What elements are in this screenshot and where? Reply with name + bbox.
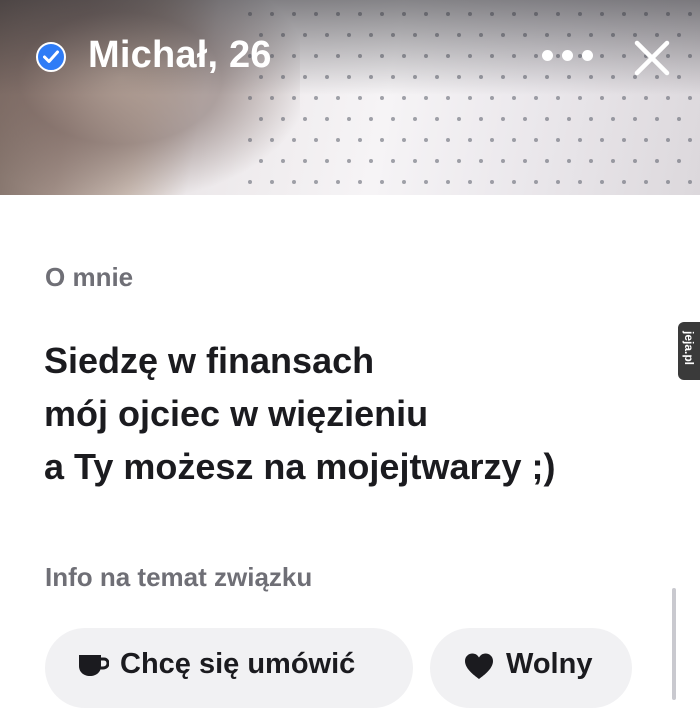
verified-check-icon [36, 42, 66, 72]
watermark: jeja.pl [678, 322, 700, 380]
relationship-title: Info na temat związku [45, 562, 313, 592]
profile-header: Michał, 26 [0, 0, 700, 115]
chip-label: Chcę się umówić [120, 648, 356, 680]
about-title: O mnie [45, 262, 134, 292]
bio-line: a Ty możesz na mojejtwarzy ;) [44, 446, 556, 487]
relationship-chip-status: Wolny [430, 628, 632, 708]
bio-line: mój ojciec w więzieniu [44, 393, 429, 434]
watermark-text: jeja.pl [682, 330, 696, 365]
heart-icon [465, 653, 493, 679]
more-dots-icon[interactable] [540, 44, 596, 68]
relationship-chip-date: Chcę się umówić [45, 628, 413, 708]
scrollbar[interactable] [672, 588, 676, 700]
bio-line: Siedzę w finansach [44, 340, 375, 381]
coffee-cup-icon [79, 655, 109, 676]
profile-name-age: Michał, 26 [88, 34, 272, 76]
about-bio: Siedzę w finansach mój ojciec w więzieni… [44, 334, 555, 493]
chip-label: Wolny [506, 648, 593, 680]
close-icon[interactable] [632, 38, 672, 78]
